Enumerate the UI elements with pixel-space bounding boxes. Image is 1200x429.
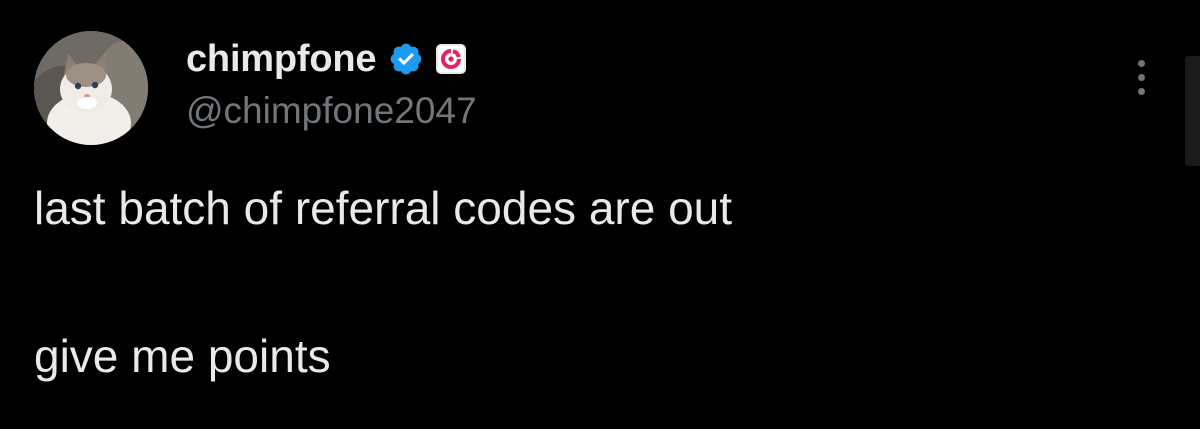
avatar-cat-image <box>34 31 148 145</box>
more-vertical-icon <box>1137 87 1145 95</box>
more-options-button[interactable] <box>1124 54 1158 100</box>
scrollbar[interactable] <box>1185 56 1200 166</box>
author-handle[interactable]: @chimpfone2047 <box>186 88 477 134</box>
more-vertical-icon <box>1137 59 1145 67</box>
more-vertical-icon <box>1137 73 1145 81</box>
tweet-text-line: last batch of referral codes are out <box>34 182 733 234</box>
tweet-text-line: give me points <box>34 330 331 382</box>
verified-checkmark-icon[interactable] <box>388 41 424 77</box>
display-name[interactable]: chimpfone <box>186 36 377 82</box>
affiliate-logo-icon[interactable] <box>436 44 467 74</box>
tweet-card: chimpfone @chimpfone2047 last batch of r… <box>0 0 1200 429</box>
avatar[interactable] <box>34 31 148 145</box>
author-name-row: chimpfone <box>186 36 467 82</box>
